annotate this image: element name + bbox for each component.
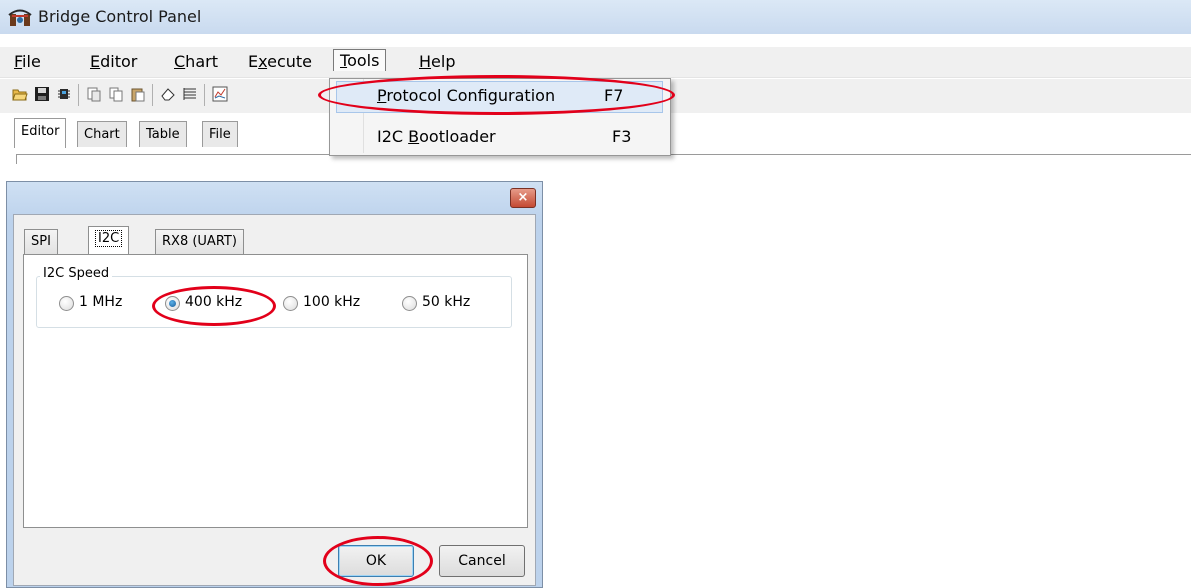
shortcut-f3: F3 (612, 127, 632, 146)
tab-i2c[interactable]: I2C (88, 226, 130, 255)
menu-file-rest: ile (22, 52, 41, 71)
tab-table[interactable]: Table (139, 121, 187, 147)
highlight-ellipse-ok (323, 536, 433, 586)
cut-icon[interactable] (86, 86, 102, 102)
radio-50khz[interactable] (402, 296, 417, 311)
copy-icon[interactable] (108, 86, 124, 102)
eraser-icon[interactable] (160, 86, 176, 102)
menu-execute-rest: ecute (267, 52, 312, 71)
label-100khz[interactable]: 100 kHz (303, 294, 360, 310)
menu-tools-rest: ools (347, 51, 380, 70)
menu-editor-rest: ditor (100, 52, 138, 71)
list-icon[interactable] (182, 86, 198, 102)
menu-execute[interactable]: Execute (244, 51, 316, 72)
menu-chart-mnemonic: C (174, 52, 186, 71)
window-title: Bridge Control Panel (38, 7, 202, 26)
menu-tools[interactable]: Tools (333, 49, 387, 71)
tab-chart[interactable]: Chart (77, 121, 127, 147)
tab-editor[interactable]: Editor (14, 118, 67, 148)
menu-help-rest: elp (431, 52, 456, 71)
menu-file[interactable]: File (10, 51, 45, 72)
editor-border-left (16, 154, 17, 164)
cancel-button[interactable]: Cancel (439, 545, 525, 577)
i2c-speed-label: I2C Speed (40, 266, 113, 281)
bootloader-rest: ootloader (419, 127, 496, 146)
radio-100khz[interactable] (283, 296, 298, 311)
menu-editor[interactable]: Editor (86, 51, 141, 72)
open-folder-icon[interactable] (12, 86, 28, 102)
label-1mhz[interactable]: 1 MHz (79, 294, 122, 310)
menu-help[interactable]: Help (415, 51, 459, 72)
menu-editor-mnemonic: E (90, 52, 101, 71)
save-disk-icon[interactable] (34, 86, 50, 102)
tab-file[interactable]: File (202, 121, 238, 147)
tab-i2c-label: I2C (95, 230, 123, 247)
menu-execute-pre: E (248, 52, 259, 71)
bootloader-pre: I2C (377, 127, 409, 146)
bootloader-mnemonic: B (408, 127, 420, 146)
menu-file-mnemonic: F (14, 52, 23, 71)
menu-item-i2c-bootloader[interactable]: I2C Bootloader (377, 127, 496, 146)
radio-1mhz[interactable] (59, 296, 74, 311)
close-button[interactable]: × (510, 188, 536, 208)
toolbar-separator (78, 84, 79, 106)
toolbar-separator (152, 84, 153, 106)
toolbar-separator (204, 84, 205, 106)
menu-execute-mnemonic: x (258, 52, 268, 71)
chart-icon[interactable] (212, 86, 228, 102)
label-50khz[interactable]: 50 kHz (422, 294, 470, 310)
tab-rx8-uart[interactable]: RX8 (UART) (155, 229, 244, 254)
menu-tools-mnemonic: T (340, 51, 348, 70)
menu-chart[interactable]: Chart (170, 51, 222, 72)
menu-chart-rest: hart (185, 52, 218, 71)
highlight-ellipse-protocol (318, 75, 675, 115)
app-icon (8, 6, 32, 28)
tab-spi[interactable]: SPI (24, 229, 58, 254)
menu-help-mnemonic: H (419, 52, 432, 71)
chip-icon[interactable] (56, 86, 72, 102)
highlight-ellipse-400khz (152, 286, 276, 326)
paste-icon[interactable] (130, 86, 146, 102)
